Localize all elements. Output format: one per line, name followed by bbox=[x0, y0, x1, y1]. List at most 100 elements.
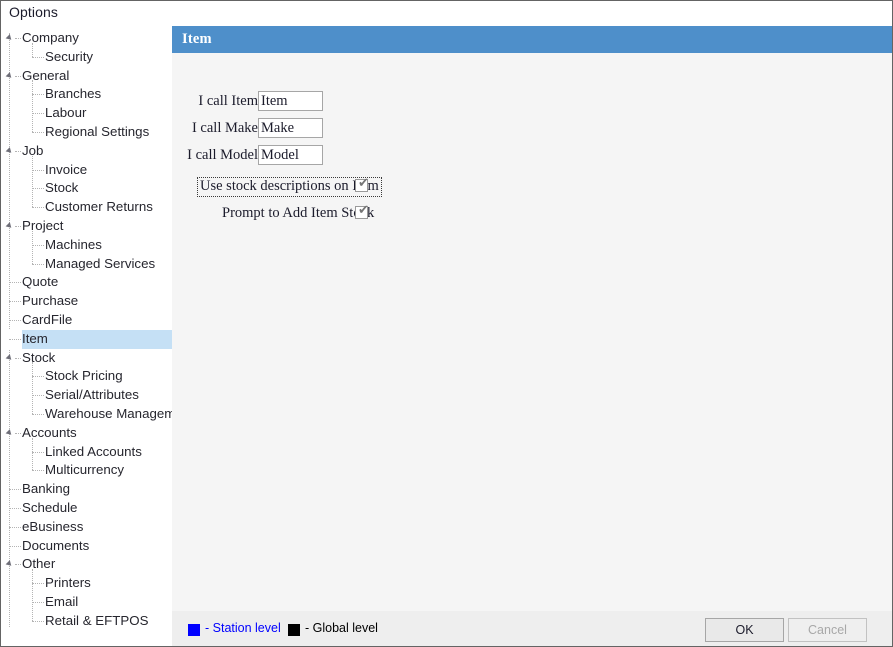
tree-branch-line bbox=[32, 395, 44, 397]
sidebar-item-label: Retail & EFTPOS bbox=[45, 612, 149, 628]
sidebar-item-customer-returns[interactable]: Customer Returns bbox=[1, 198, 172, 217]
sidebar-item-invoice[interactable]: Invoice bbox=[1, 161, 172, 180]
global-level-swatch bbox=[288, 624, 300, 636]
tree-branch-line bbox=[9, 489, 21, 491]
tree-branch-line bbox=[15, 38, 21, 40]
sidebar-item-email[interactable]: Email bbox=[1, 593, 172, 612]
tree-branch-line bbox=[9, 545, 21, 548]
tree-branch-line bbox=[32, 169, 44, 172]
ok-button[interactable]: OK bbox=[705, 618, 784, 642]
expander-collapse-icon[interactable] bbox=[5, 222, 14, 230]
sidebar-item-label: Project bbox=[22, 218, 64, 233]
sidebar-item-stock-pricing[interactable]: Stock Pricing bbox=[1, 367, 172, 386]
sidebar-item-managed-services[interactable]: Managed Services bbox=[1, 255, 172, 274]
tree-branch-line bbox=[9, 282, 21, 284]
tree-branch-line bbox=[32, 56, 44, 59]
expander-collapse-icon[interactable] bbox=[5, 428, 14, 437]
tree-branch-line bbox=[15, 150, 21, 153]
sidebar-item-accounts[interactable]: Accounts bbox=[1, 424, 172, 443]
sidebar-item-documents[interactable]: Documents bbox=[1, 537, 172, 556]
sidebar-item-multicurrency[interactable]: Multicurrency bbox=[1, 461, 172, 480]
sidebar-item-label: Regional Settings bbox=[45, 124, 150, 139]
sidebar-item-schedule[interactable]: Schedule bbox=[1, 499, 172, 518]
expander-collapse-icon[interactable] bbox=[5, 71, 14, 80]
sidebar-item-regional-settings[interactable]: Regional Settings bbox=[1, 123, 172, 142]
sidebar-item-job[interactable]: Job bbox=[1, 142, 172, 161]
sidebar-item-label: Printers bbox=[45, 575, 91, 591]
content-panel: Item I call Item I call Make I call Mode… bbox=[172, 26, 892, 646]
sidebar-item-label: CardFile bbox=[22, 312, 73, 327]
tree-branch-line bbox=[9, 301, 21, 303]
sidebar-item-label: Serial/Attributes bbox=[45, 387, 139, 403]
input-i-call-model[interactable] bbox=[258, 145, 323, 165]
tree-branch-line bbox=[9, 338, 21, 341]
tree-branch-line bbox=[32, 132, 44, 134]
footer-bar: - Station level - Global level OK Cancel bbox=[172, 611, 892, 646]
sidebar-item-label: Warehouse Management bbox=[45, 406, 172, 421]
field-row-i-call-item: I call Item bbox=[192, 91, 258, 113]
checkbox-use-stock-descriptions[interactable]: ✔ bbox=[355, 177, 369, 192]
tree-branch-line bbox=[9, 508, 21, 510]
tree-branch-line bbox=[15, 357, 21, 360]
sidebar-item-machines[interactable]: Machines bbox=[1, 236, 172, 255]
sidebar-item-label: Quote bbox=[22, 274, 59, 290]
sidebar-item-general[interactable]: General bbox=[1, 67, 172, 86]
sidebar-item-label: Accounts bbox=[22, 424, 77, 440]
expander-collapse-icon[interactable] bbox=[5, 560, 14, 569]
sidebar-item-serial-attributes[interactable]: Serial/Attributes bbox=[1, 386, 172, 405]
sidebar-item-cardfile[interactable]: CardFile bbox=[1, 311, 172, 330]
sidebar-item-company[interactable]: Company bbox=[1, 29, 172, 48]
sidebar-item-label: Managed Services bbox=[45, 255, 156, 271]
checkbox-label-prompt-add-item-stock: Prompt to Add Item Stock bbox=[222, 205, 375, 221]
label-i-call-model: I call Model bbox=[187, 147, 258, 163]
sidebar-item-label: Customer Returns bbox=[45, 199, 153, 215]
sidebar-item-warehouse-management[interactable]: Warehouse Management bbox=[1, 405, 172, 424]
tree-branch-line bbox=[9, 320, 21, 322]
sidebar-item-label: Multicurrency bbox=[45, 462, 125, 478]
sidebar-item-label: Labour bbox=[45, 105, 87, 121]
sidebar-item-other[interactable]: Other bbox=[1, 555, 172, 574]
label-i-call-item: I call Item bbox=[198, 93, 258, 109]
sidebar-item-ebusiness[interactable]: eBusiness bbox=[1, 518, 172, 537]
sidebar-item-purchase[interactable]: Purchase bbox=[1, 292, 172, 311]
tree-branch-line bbox=[32, 583, 44, 585]
sidebar-item-item[interactable]: Item bbox=[1, 329, 172, 349]
tree-branch-line bbox=[32, 470, 44, 472]
sidebar-item-branches[interactable]: Branches bbox=[1, 85, 172, 104]
sidebar-item-label: Banking bbox=[22, 481, 71, 497]
sidebar-item-stock[interactable]: Stock bbox=[1, 349, 172, 368]
tree-branch-line bbox=[15, 75, 21, 78]
expander-collapse-icon[interactable] bbox=[5, 353, 14, 362]
input-i-call-item[interactable] bbox=[258, 91, 323, 111]
sidebar-item-retail-eftpos[interactable]: Retail & EFTPOS bbox=[1, 612, 172, 631]
tree-branch-line bbox=[32, 113, 44, 115]
sidebar[interactable]: Company Security General Branches Labour Regi… bbox=[1, 26, 172, 646]
sidebar-item-label: Stock bbox=[45, 180, 79, 196]
field-row-i-call-make: I call Make bbox=[192, 118, 258, 140]
sidebar-item-linked-accounts[interactable]: Linked Accounts bbox=[1, 443, 172, 462]
sidebar-item-label: Invoice bbox=[45, 161, 88, 177]
checkbox-prompt-add-item-stock[interactable]: ✔ bbox=[355, 203, 369, 219]
sidebar-item-stock[interactable]: Stock bbox=[1, 179, 172, 198]
sidebar-item-labour[interactable]: Labour bbox=[1, 104, 172, 123]
sidebar-item-printers[interactable]: Printers bbox=[1, 574, 172, 593]
cancel-button[interactable]: Cancel bbox=[788, 618, 867, 642]
tree-branch-line bbox=[32, 376, 44, 378]
sidebar-item-banking[interactable]: Banking bbox=[1, 480, 172, 499]
sidebar-item-label: Machines bbox=[45, 236, 102, 252]
sidebar-item-label: Branches bbox=[45, 86, 102, 102]
check-icon: ✔ bbox=[358, 203, 369, 218]
sidebar-item-security[interactable]: Security bbox=[1, 48, 172, 67]
sidebar-item-label: Security bbox=[45, 48, 94, 64]
sidebar-item-label: General bbox=[22, 67, 70, 83]
sidebar-item-label: Company bbox=[22, 30, 79, 45]
sidebar-item-quote[interactable]: Quote bbox=[1, 273, 172, 292]
tree-branch-line bbox=[32, 94, 44, 96]
item-settings-form: I call Item I call Make I call Model Use… bbox=[172, 53, 892, 611]
input-i-call-make[interactable] bbox=[258, 118, 323, 138]
sidebar-item-label: Stock bbox=[22, 349, 56, 365]
expander-collapse-icon[interactable] bbox=[5, 146, 14, 155]
sidebar-item-project[interactable]: Project bbox=[1, 217, 172, 236]
expander-collapse-icon[interactable] bbox=[5, 34, 14, 42]
label-i-call-make: I call Make bbox=[191, 120, 258, 136]
